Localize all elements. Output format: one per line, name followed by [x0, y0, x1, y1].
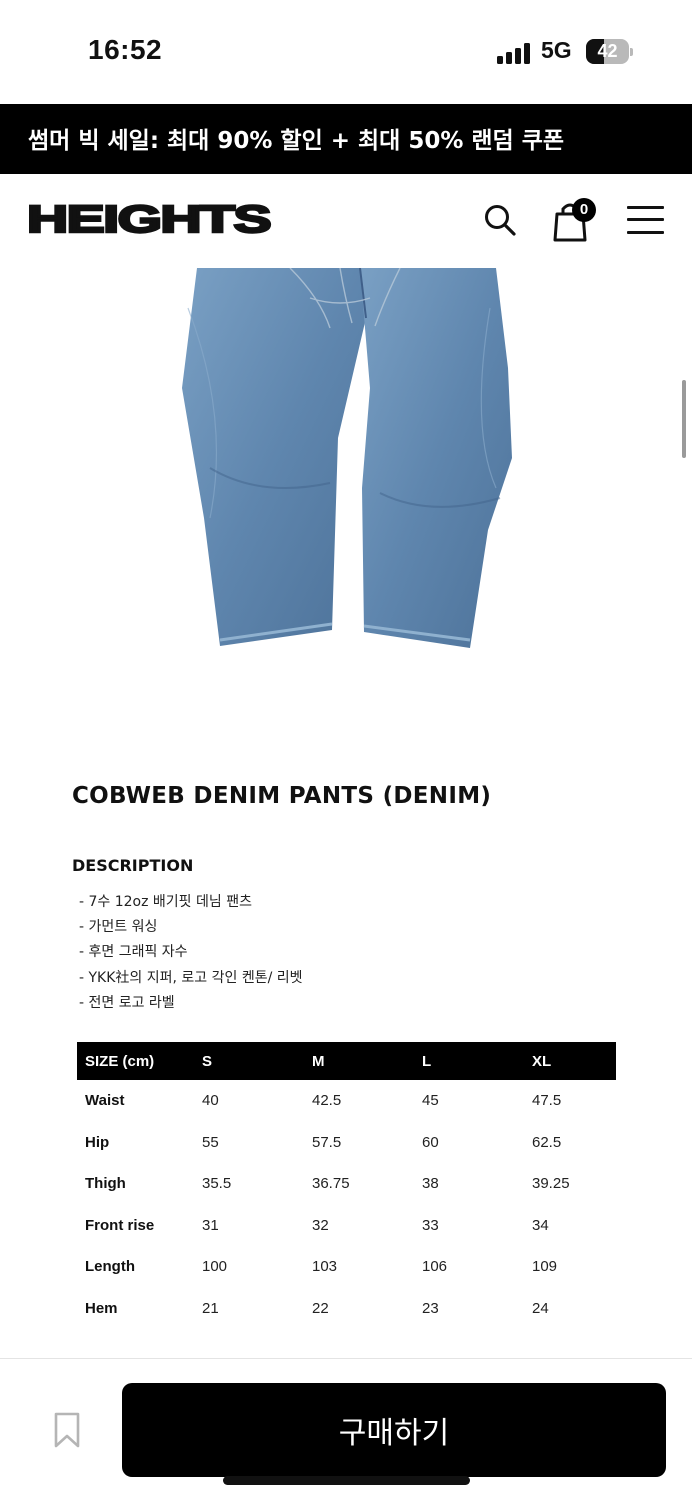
cart-count-badge: 0 — [572, 198, 596, 222]
status-time: 16:52 — [88, 34, 163, 65]
table-cell: 39.25 — [532, 1175, 570, 1193]
size-header-m: M — [312, 1052, 325, 1070]
table-cell: 40 — [202, 1092, 219, 1110]
table-row: Length 100 103 106 109 — [77, 1246, 616, 1288]
table-cell: 45 — [422, 1092, 439, 1110]
promo-banner-text: 썸머 빅 세일: 최대 90% 할인 + 최대 50% 랜덤 쿠폰 — [28, 128, 565, 154]
search-icon — [485, 205, 516, 236]
heights-logo-graphic: HEIGHTS — [26, 198, 272, 242]
size-header-l: L — [422, 1052, 432, 1070]
product-title: COBWEB DENIM PANTS (DENIM) — [72, 783, 492, 809]
table-row: Thigh 35.5 36.75 38 39.25 — [77, 1163, 616, 1205]
brand-logo[interactable]: HEIGHTS — [26, 198, 277, 244]
buy-button[interactable]: 구매하기 — [122, 1383, 666, 1477]
menu-line-icon — [627, 231, 664, 234]
menu-line-icon — [627, 206, 664, 209]
site-header: HEIGHTS 0 — [0, 174, 692, 268]
table-cell: 35.5 — [202, 1175, 232, 1193]
table-cell: 42.5 — [312, 1092, 342, 1110]
description-list: - 7수 12oz 배기핏 데님 팬츠 - 가먼트 워싱 - 후면 그래픽 자수… — [79, 892, 303, 1018]
measurement-label: Thigh — [85, 1175, 126, 1193]
cart-button[interactable]: 0 — [553, 198, 597, 242]
description-item: - 가먼트 워싱 — [79, 919, 158, 936]
network-type: 5G — [541, 37, 572, 63]
product-image[interactable] — [170, 267, 522, 658]
size-header-label: SIZE (cm) — [85, 1052, 155, 1070]
measurement-label: Hip — [85, 1133, 110, 1151]
battery-icon: 42 — [586, 39, 633, 64]
table-cell: 109 — [532, 1258, 558, 1276]
size-table: SIZE (cm) S M L XL Waist 40 42.5 45 47.5… — [77, 1042, 616, 1329]
promo-banner[interactable]: 썸머 빅 세일: 최대 90% 할인 + 최대 50% 랜덤 쿠폰 — [0, 104, 692, 174]
table-cell: 22 — [312, 1299, 329, 1317]
table-cell: 36.75 — [312, 1175, 350, 1193]
table-cell: 47.5 — [532, 1092, 562, 1110]
table-cell: 23 — [422, 1299, 439, 1317]
table-row: Hem 21 22 23 24 — [77, 1288, 616, 1330]
table-row: Front rise 31 32 33 34 — [77, 1205, 616, 1247]
size-table-header-row: SIZE (cm) S M L XL — [77, 1042, 616, 1080]
scroll-indicator[interactable] — [682, 380, 686, 458]
table-row: Waist 40 42.5 45 47.5 — [77, 1080, 616, 1122]
measurement-label: Hem — [85, 1299, 118, 1317]
description-item: - YKK社의 지퍼, 로고 각인 켄톤/ 리벳 — [79, 969, 303, 986]
description-item: - 후면 그래픽 자수 — [79, 944, 188, 961]
table-cell: 38 — [422, 1175, 439, 1193]
size-header-s: S — [202, 1052, 213, 1070]
denim-pants-image — [182, 267, 512, 648]
measurement-label: Waist — [85, 1092, 125, 1110]
table-cell: 60 — [422, 1133, 439, 1151]
description-item: - 7수 12oz 배기핏 데님 팬츠 — [79, 894, 252, 910]
bookmark-icon — [54, 1412, 80, 1448]
status-bar: 16:52 5G 42 — [0, 0, 692, 104]
table-cell: 24 — [532, 1299, 549, 1317]
search-button[interactable] — [482, 202, 518, 238]
table-cell: 62.5 — [532, 1133, 562, 1151]
table-cell: 106 — [422, 1258, 448, 1276]
home-indicator — [223, 1476, 470, 1485]
measurement-label: Length — [85, 1258, 135, 1276]
table-cell: 32 — [312, 1216, 329, 1234]
table-cell: 55 — [202, 1133, 219, 1151]
battery-level: 42 — [597, 41, 618, 61]
size-header-xl: XL — [532, 1052, 552, 1070]
table-cell: 21 — [202, 1299, 219, 1317]
table-cell: 100 — [202, 1258, 228, 1276]
description-item: - 전면 로고 라벨 — [79, 994, 175, 1011]
hamburger-menu-button[interactable] — [627, 206, 665, 236]
table-cell: 34 — [532, 1216, 549, 1234]
table-cell: 31 — [202, 1216, 219, 1234]
cellular-signal-icon — [497, 42, 531, 64]
bookmark-button[interactable] — [54, 1412, 80, 1448]
table-cell: 57.5 — [312, 1133, 342, 1151]
table-cell: 103 — [312, 1258, 338, 1276]
bottom-action-bar: 구매하기 — [0, 1358, 692, 1500]
table-row: Hip 55 57.5 60 62.5 — [77, 1122, 616, 1164]
menu-line-icon — [627, 218, 664, 221]
table-cell: 33 — [422, 1216, 439, 1234]
svg-text:HEIGHTS: HEIGHTS — [27, 200, 270, 240]
measurement-label: Front rise — [85, 1216, 155, 1234]
description-heading: DESCRIPTION — [72, 856, 194, 875]
